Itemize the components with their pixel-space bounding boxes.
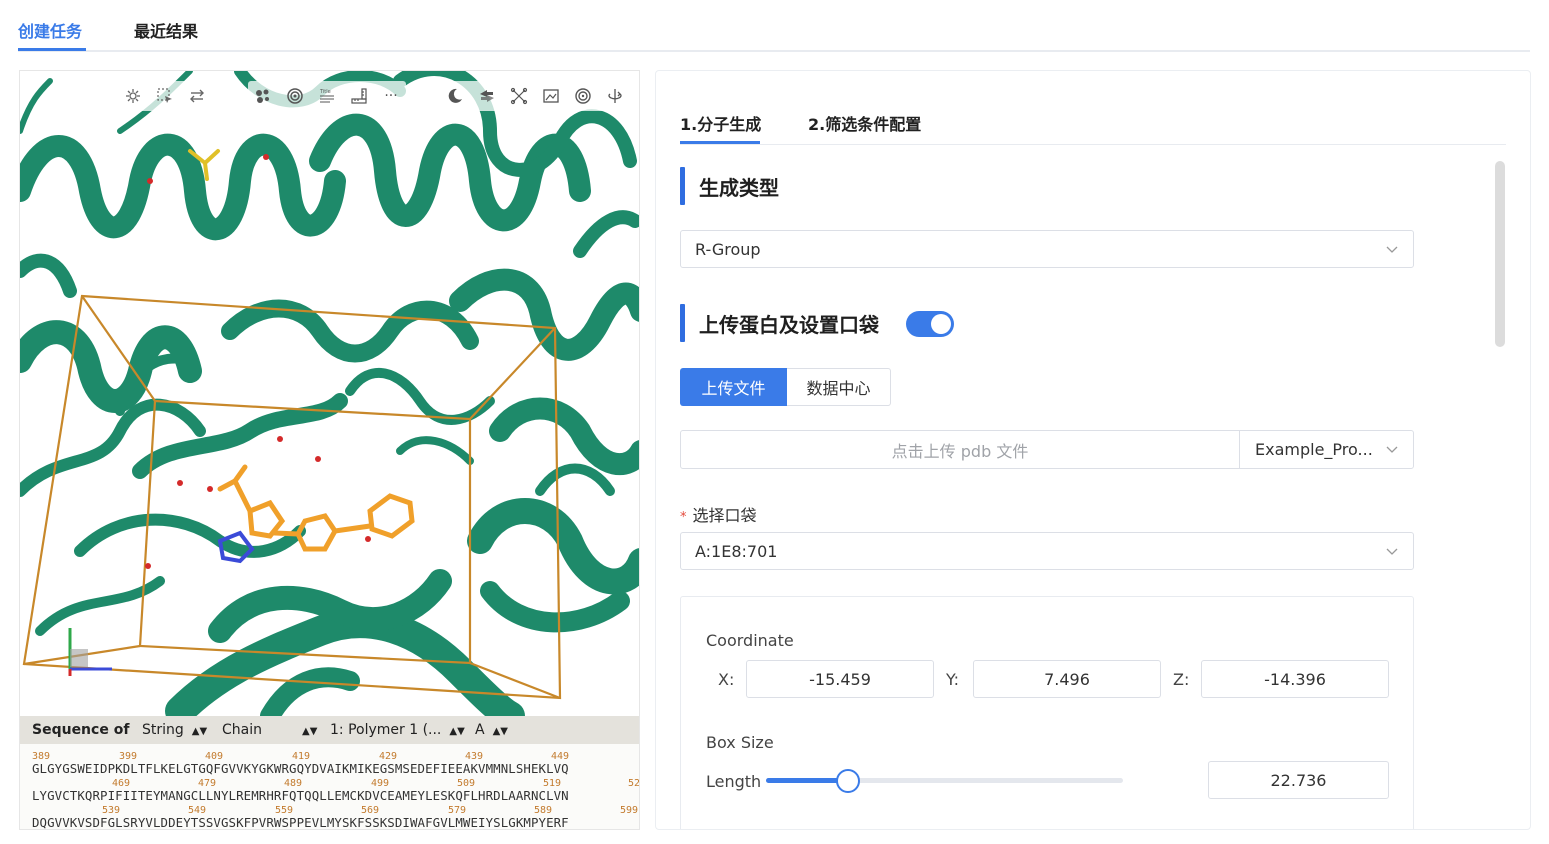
surface-icon[interactable] [280, 81, 310, 111]
example-protein-value: Example_Pro... [1255, 440, 1373, 459]
section-accent-bar [680, 304, 685, 342]
x-label: X: [718, 670, 735, 689]
select-arrows-icon: ▲▼ [449, 726, 465, 737]
pdb-upload-area[interactable]: 点击上传 pdb 文件 [681, 431, 1240, 468]
sequence-panel[interactable]: 389 399 409 419 429 439 449 GLGYGSWEIDPK… [20, 744, 640, 829]
sequence-line[interactable]: LYGVCTKQRPIFIITEYMANGCLLNYLREMRHRFQTQQLL… [32, 788, 569, 803]
config-sub-tabs: 1.分子生成 2.筛选条件配置 [680, 71, 1506, 145]
swap-icon[interactable] [182, 81, 212, 111]
select-icon[interactable] [150, 81, 180, 111]
gen-type-value: R-Group [695, 239, 761, 259]
sequence-toolbar: Sequence of String ▲▼ Chain ▲▼ 1: Polymer … [20, 716, 639, 744]
pocket-label: * 选择口袋 [680, 502, 757, 526]
molecule-viewer[interactable]: Title ··· Sequence of String ▲▼ Chain ▲▼… [19, 70, 640, 830]
z-coordinate-input[interactable]: -14.396 [1201, 660, 1389, 698]
viewer-toolbar-left [118, 81, 212, 111]
spin-icon[interactable] [568, 81, 598, 111]
reset-icon[interactable] [472, 81, 502, 111]
section-accent-bar [680, 167, 685, 205]
select-arrows-icon: ▲▼ [302, 726, 318, 737]
pocket-select[interactable]: A:1E8:701 [680, 532, 1414, 570]
y-label: Y: [946, 670, 960, 689]
protein-structure-render[interactable] [20, 71, 640, 716]
length-input[interactable]: 22.736 [1208, 761, 1389, 799]
example-protein-select[interactable]: Example_Pro... [1241, 431, 1413, 468]
chain-id-select[interactable]: A ▲▼ [475, 722, 508, 738]
sequence-of-label: Sequence of [32, 722, 130, 738]
more-icon[interactable]: ··· [376, 81, 406, 111]
chevron-down-icon [1386, 246, 1398, 253]
chevron-down-icon [1386, 548, 1398, 555]
sequence-line[interactable]: DQGVVKVSDFGLSRYVLDDEYTSSVGSKFPVRWSPPEVLM… [32, 815, 569, 829]
gen-type-select[interactable]: R-Group [680, 230, 1414, 268]
sequence-mode-select[interactable]: String ▲▼ [142, 722, 207, 738]
toggle-knob [931, 314, 951, 334]
tab-recent-results[interactable]: 最近结果 [134, 18, 198, 42]
night-icon[interactable] [440, 81, 470, 111]
chain-select[interactable]: Chain ▲▼ [222, 722, 317, 738]
select-arrows-icon: ▲▼ [492, 726, 508, 737]
sequence-mode-value: String [142, 722, 184, 738]
tab-filter-config[interactable]: 2.筛选条件配置 [808, 111, 921, 135]
select-arrows-icon: ▲▼ [191, 726, 208, 737]
section-gen-type: 生成类型 [680, 167, 779, 205]
center-icon[interactable] [600, 81, 630, 111]
pdb-upload-row: 点击上传 pdb 文件 Example_Pro... [680, 430, 1414, 469]
screenshot-icon[interactable] [536, 81, 566, 111]
polymer-select-value: 1: Polymer 1 (... [330, 722, 442, 738]
section-title-gen-type: 生成类型 [699, 175, 779, 200]
length-slider[interactable] [766, 778, 1123, 783]
coordinate-title: Coordinate [706, 631, 794, 650]
seq-number: 52 [628, 778, 640, 789]
measure-icon[interactable] [344, 81, 374, 111]
panel-scrollbar[interactable] [1495, 161, 1505, 347]
chevron-down-icon [1386, 446, 1398, 453]
box-size-title: Box Size [706, 733, 774, 752]
active-sub-tab-indicator [680, 141, 760, 144]
viewer-toolbar-right [440, 81, 630, 111]
tab-molecule-generation[interactable]: 1.分子生成 [680, 111, 761, 135]
pocket-coordinate-box: Coordinate X: -15.459 Y: 7.496 Z: -14.39… [680, 596, 1414, 829]
sequence-line[interactable]: GLGYGSWEIDPKDLTFLKELGTGQFGVVKYGKWRGQYDVA… [32, 761, 569, 776]
upload-file-button[interactable]: 上传文件 [680, 368, 787, 406]
pocket-label-text: 选择口袋 [692, 506, 757, 525]
title-icon-text: Title [319, 89, 331, 95]
title-icon[interactable]: Title [312, 81, 342, 111]
seq-number: 599 [620, 805, 639, 816]
active-tab-indicator [18, 48, 86, 51]
spacefill-icon[interactable] [248, 81, 278, 111]
chain-id-value: A [475, 722, 485, 738]
network-icon[interactable] [504, 81, 534, 111]
section-protein: 上传蛋白及设置口袋 [680, 304, 879, 342]
required-mark: * [680, 510, 687, 525]
length-label: Length [706, 772, 762, 791]
section-title-protein: 上传蛋白及设置口袋 [699, 312, 879, 337]
protein-toggle[interactable] [906, 311, 954, 337]
data-center-button[interactable]: 数据中心 [787, 368, 891, 406]
top-tabs: 创建任务 最近结果 [18, 0, 1530, 52]
pocket-value: A:1E8:701 [695, 541, 778, 561]
settings-icon[interactable] [118, 81, 148, 111]
length-slider-handle[interactable] [836, 769, 861, 793]
config-panel: 1.分子生成 2.筛选条件配置 生成类型 R-Group 上传蛋白及设置口袋 上… [655, 70, 1531, 830]
tab-create-task[interactable]: 创建任务 [18, 18, 82, 42]
viewer-toolbar-mid: Title ··· [248, 81, 406, 111]
polymer-select[interactable]: 1: Polymer 1 (... ▲▼ [330, 722, 465, 738]
chain-select-value: Chain [222, 722, 262, 738]
y-coordinate-input[interactable]: 7.496 [973, 660, 1161, 698]
x-coordinate-input[interactable]: -15.459 [746, 660, 934, 698]
viewer-canvas[interactable]: Title ··· [20, 71, 640, 716]
z-label: Z: [1173, 670, 1190, 689]
